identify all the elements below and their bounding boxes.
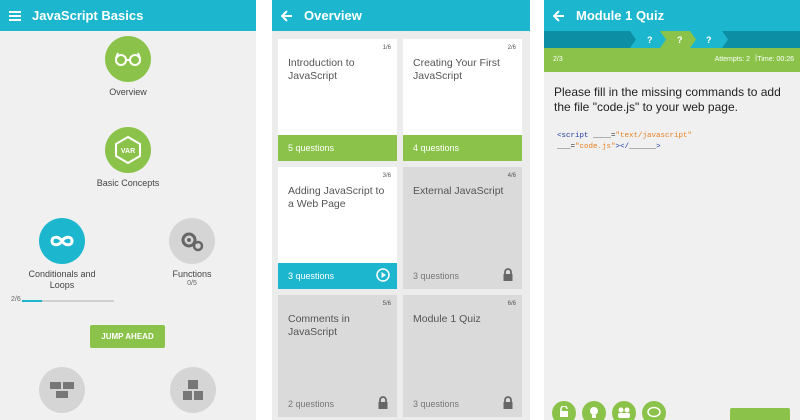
lesson-title: Module 1 Quiz (413, 313, 481, 325)
lesson-card[interactable]: 3/6 Adding JavaScript to a Web Page 3 qu… (278, 167, 397, 289)
node-label: Functions (172, 269, 212, 279)
lesson-number: 1/6 (382, 45, 391, 51)
node-label: Basic Concepts (96, 178, 160, 188)
lock-icon (376, 396, 390, 410)
lightbulb-icon[interactable] (582, 401, 606, 420)
code-fill-block: <script ____="text/javascript" ___="code… (557, 131, 692, 153)
question-count: 2 questions (288, 399, 335, 409)
node-progress: 0/5 (187, 280, 197, 287)
module-locked-node[interactable] (169, 367, 217, 413)
infinity-icon (39, 218, 85, 264)
lock-icon (501, 396, 515, 410)
module-functions-node[interactable]: Functions 0/5 (148, 218, 236, 287)
lesson-title: Adding JavaScript to a Web Page (288, 185, 385, 210)
lesson-card[interactable]: 6/6 Module 1 Quiz 3 questions (403, 295, 522, 417)
quiz-step-label: ? (706, 35, 712, 45)
progress-fill (22, 300, 43, 302)
app-bar: Overview (272, 0, 530, 31)
chat-icon[interactable] (642, 401, 666, 420)
attempts-counter: Attempts: 2 (714, 56, 750, 63)
code-token: > (656, 143, 661, 151)
lesson-title: Comments in JavaScript (288, 313, 350, 338)
screen-title: Module 1 Quiz (576, 8, 665, 23)
code-token: ></ (615, 143, 630, 151)
lesson-number: 5/6 (382, 301, 391, 307)
check-button[interactable] (730, 408, 790, 420)
lock-icon (501, 268, 515, 282)
question-count: 3 questions (288, 271, 335, 281)
question-count: 4 questions (413, 143, 460, 153)
node-label: Conditionals and Loops (28, 269, 96, 290)
app-title: JavaScript Basics (32, 8, 144, 23)
quiz-question: Please fill in the missing commands to a… (554, 85, 781, 114)
back-arrow-icon[interactable] (280, 9, 294, 22)
app-bar: JavaScript Basics (0, 0, 256, 31)
lesson-number: 6/6 (507, 301, 516, 307)
lesson-card[interactable]: 2/6 Creating Your First JavaScript 4 que… (403, 39, 522, 161)
community-icon[interactable] (612, 401, 636, 420)
code-blank-field[interactable]: ___= (557, 143, 575, 151)
lesson-number: 2/6 (507, 45, 516, 51)
module-basic-concepts-node[interactable]: VAR Basic Concepts (84, 127, 172, 189)
play-icon[interactable] (376, 268, 390, 282)
glasses-icon (105, 36, 151, 82)
blocks-icon (170, 367, 216, 413)
app-bar: Module 1 Quiz (544, 0, 800, 31)
code-token: "code.js" (575, 143, 616, 151)
quiz-status-bar: 2/3 Attempts: 2 | Time: 00:26 (544, 48, 800, 72)
lesson-title: External JavaScript (413, 185, 504, 197)
module-conditionals-node[interactable]: Conditionals and Loops (14, 218, 110, 291)
overview-screen: Overview 1/6 Introduction to JavaScript … (272, 0, 530, 420)
quiz-timer: Time: 00:26 (757, 56, 794, 63)
jump-ahead-button[interactable]: JUMP AHEAD (90, 325, 165, 348)
back-arrow-icon[interactable] (552, 9, 566, 22)
lesson-card[interactable]: 4/6 External JavaScript 3 questions (403, 167, 522, 289)
question-count: 5 questions (288, 143, 335, 153)
question-count: 3 questions (413, 399, 460, 409)
var-badge-text: VAR (121, 148, 135, 155)
lesson-footer: 2 questions (278, 391, 397, 417)
quiz-screen: Module 1 Quiz ? ? ? 2/3 Attempts: 2 | Ti… (544, 0, 800, 420)
bricks-icon (39, 367, 85, 413)
hint-toolbar (552, 401, 666, 420)
lesson-footer: 3 questions (403, 391, 522, 417)
lesson-number: 4/6 (507, 173, 516, 179)
lesson-card[interactable]: 5/6 Comments in JavaScript 2 questions (278, 295, 397, 417)
node-label: Overview (109, 87, 147, 97)
unlock-icon[interactable] (552, 401, 576, 420)
module-locked-node[interactable] (38, 367, 86, 413)
module-progress-bar (22, 300, 114, 302)
gears-icon (169, 218, 215, 264)
course-map-screen: JavaScript Basics Overview VAR Basic Con… (0, 0, 256, 420)
screen-title: Overview (304, 8, 362, 23)
lesson-card[interactable]: 1/6 Introduction to JavaScript 5 questio… (278, 39, 397, 161)
question-count: 3 questions (413, 271, 460, 281)
code-blank-field[interactable]: ____= (589, 132, 616, 140)
lesson-footer: 3 questions (403, 263, 522, 289)
hexagon-var-icon: VAR (105, 127, 151, 173)
lesson-title: Creating Your First JavaScript (413, 57, 500, 82)
question-position: 2/3 (553, 56, 563, 63)
quiz-step-bar: ? ? ? (544, 31, 800, 48)
module-progress-count: 2/6 (11, 296, 21, 303)
quiz-step-label: ? (647, 35, 653, 45)
code-token: "text/javascript" (615, 132, 693, 140)
lesson-number: 3/6 (382, 173, 391, 179)
code-blank-field[interactable]: ______ (629, 143, 656, 151)
code-token: <script (557, 132, 589, 140)
quiz-step-label: ? (677, 35, 683, 45)
lesson-footer: 5 questions (278, 135, 397, 161)
lesson-footer: 4 questions (403, 135, 522, 161)
lesson-footer: 3 questions (278, 263, 397, 289)
module-overview-node[interactable]: Overview (104, 36, 152, 98)
lesson-title: Introduction to JavaScript (288, 57, 355, 82)
menu-icon[interactable] (8, 10, 22, 21)
